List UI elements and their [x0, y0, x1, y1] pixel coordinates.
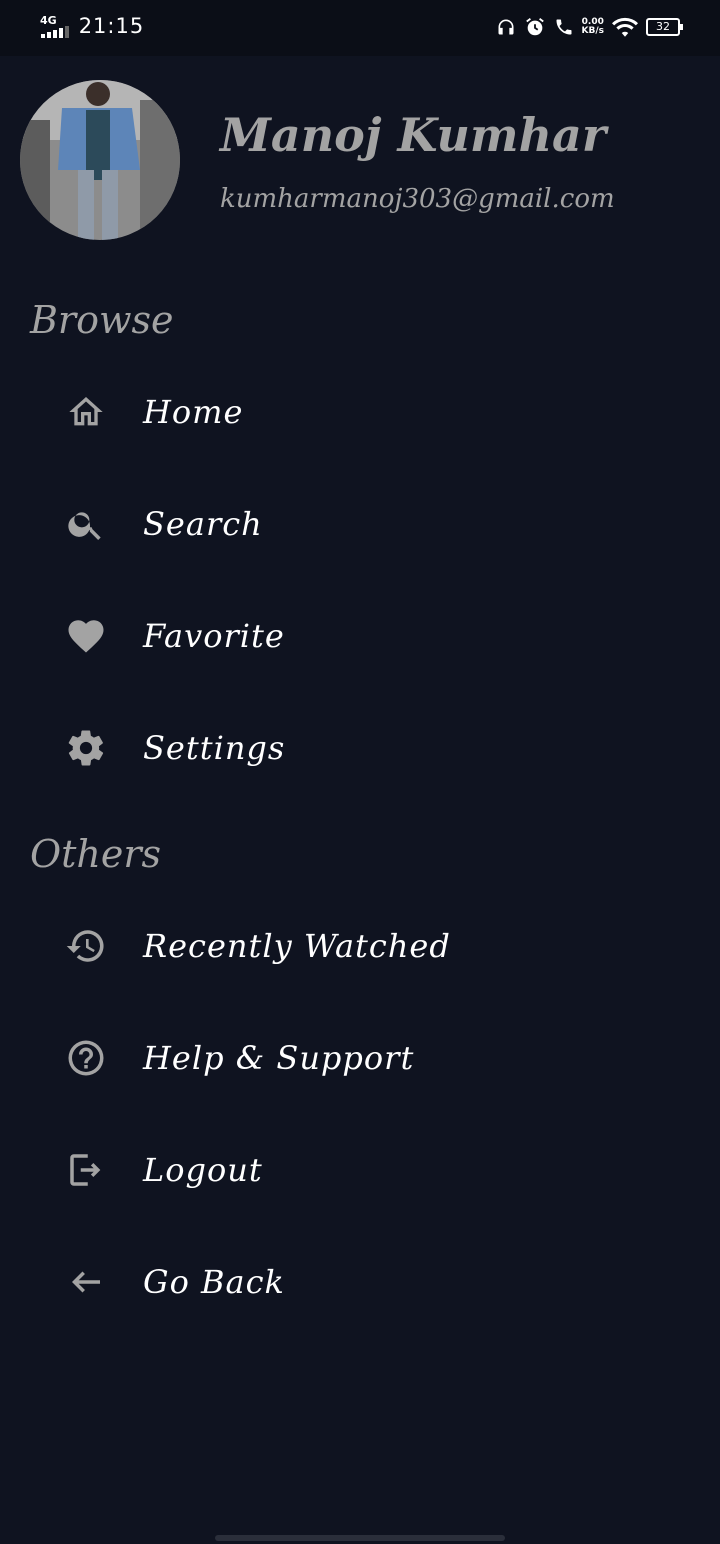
menu-item-search[interactable]: Search — [60, 488, 700, 560]
menu-item-label: Help & Support — [143, 1039, 415, 1077]
help-icon — [60, 1032, 112, 1084]
network-speed: 0.00 KB/s — [581, 17, 604, 36]
user-email: kumharmanoj303@gmail.com — [220, 184, 615, 214]
section-title-browse: Browse — [30, 298, 174, 342]
menu-item-recently-watched[interactable]: Recently Watched — [60, 910, 700, 982]
menu-item-settings[interactable]: Settings — [60, 712, 700, 784]
search-icon — [60, 498, 112, 550]
status-bar: 4G 21:15 0.00 KB/s 32 — [0, 0, 720, 56]
back-arrow-icon — [60, 1256, 112, 1308]
home-indicator[interactable] — [215, 1535, 505, 1541]
menu-item-label: Go Back — [143, 1263, 285, 1301]
avatar[interactable] — [20, 80, 180, 240]
menu-item-favorite[interactable]: Favorite — [60, 600, 700, 672]
menu-item-label: Search — [143, 505, 263, 543]
menu-item-label: Logout — [143, 1151, 263, 1189]
logout-icon — [60, 1144, 112, 1196]
menu-item-label: Settings — [143, 729, 286, 767]
gear-icon — [60, 722, 112, 774]
wifi-call-icon — [556, 19, 572, 35]
alarm-icon — [525, 18, 544, 36]
home-icon — [60, 386, 112, 438]
battery-icon: 32 — [646, 18, 683, 36]
history-icon — [60, 920, 112, 972]
signal-icon — [40, 26, 69, 38]
user-name: Manoj Kumhar — [220, 108, 607, 162]
wifi-icon — [612, 17, 638, 37]
menu-item-label: Home — [143, 393, 244, 431]
network-type: 4G — [40, 13, 57, 27]
section-title-others: Others — [30, 832, 162, 876]
clock: 21:15 — [78, 14, 145, 38]
menu-item-label: Favorite — [143, 617, 285, 655]
heart-icon — [60, 610, 112, 662]
menu-item-home[interactable]: Home — [60, 376, 700, 448]
menu-item-label: Recently Watched — [143, 927, 451, 965]
headphones-icon — [498, 19, 514, 35]
menu-item-help-support[interactable]: Help & Support — [60, 1022, 700, 1094]
menu-item-logout[interactable]: Logout — [60, 1134, 700, 1206]
menu-item-go-back[interactable]: Go Back — [60, 1246, 700, 1318]
